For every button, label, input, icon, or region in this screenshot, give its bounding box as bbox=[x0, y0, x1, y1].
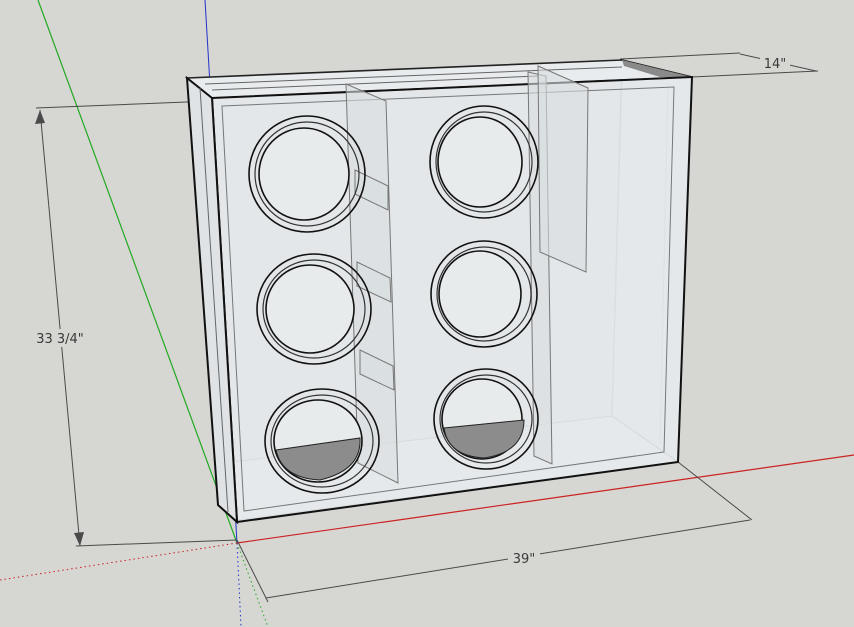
width-ext-left bbox=[236, 539, 269, 603]
speaker-cutout-6 bbox=[433, 368, 539, 470]
green-axis-dotted bbox=[236, 542, 269, 627]
depth-dimension-label: 14" bbox=[764, 57, 787, 72]
height-arrow-top bbox=[35, 110, 45, 124]
height-dimension-label: 33 3/4" bbox=[36, 332, 84, 347]
cabinet-model[interactable] bbox=[184, 59, 694, 525]
height-dim-line bbox=[39, 109, 81, 547]
port-divider bbox=[537, 65, 589, 273]
speaker-cutout-5 bbox=[430, 240, 538, 348]
speaker-cutout-3 bbox=[264, 388, 380, 494]
height-ext-bottom bbox=[75, 539, 238, 547]
width-dimension-label: 39" bbox=[513, 552, 536, 567]
height-arrow-bottom bbox=[74, 532, 84, 546]
blue-axis-dotted bbox=[236, 542, 242, 627]
depth-ext-back bbox=[619, 52, 741, 60]
height-ext-top bbox=[35, 100, 213, 109]
speaker-cutout-2 bbox=[256, 253, 372, 365]
speaker-cutout-4 bbox=[429, 105, 539, 219]
red-axis-dotted bbox=[0, 542, 238, 581]
height-dimension[interactable]: 33 3/4" bbox=[30, 329, 90, 347]
depth-dimension[interactable]: 14" bbox=[760, 55, 790, 72]
depth-ext-front bbox=[691, 70, 819, 78]
sketchup-viewport[interactable]: 14" 33 3/4" 39" bbox=[0, 0, 854, 627]
width-dimension[interactable]: 39" bbox=[508, 550, 540, 568]
speaker-cutout-1 bbox=[248, 115, 366, 233]
